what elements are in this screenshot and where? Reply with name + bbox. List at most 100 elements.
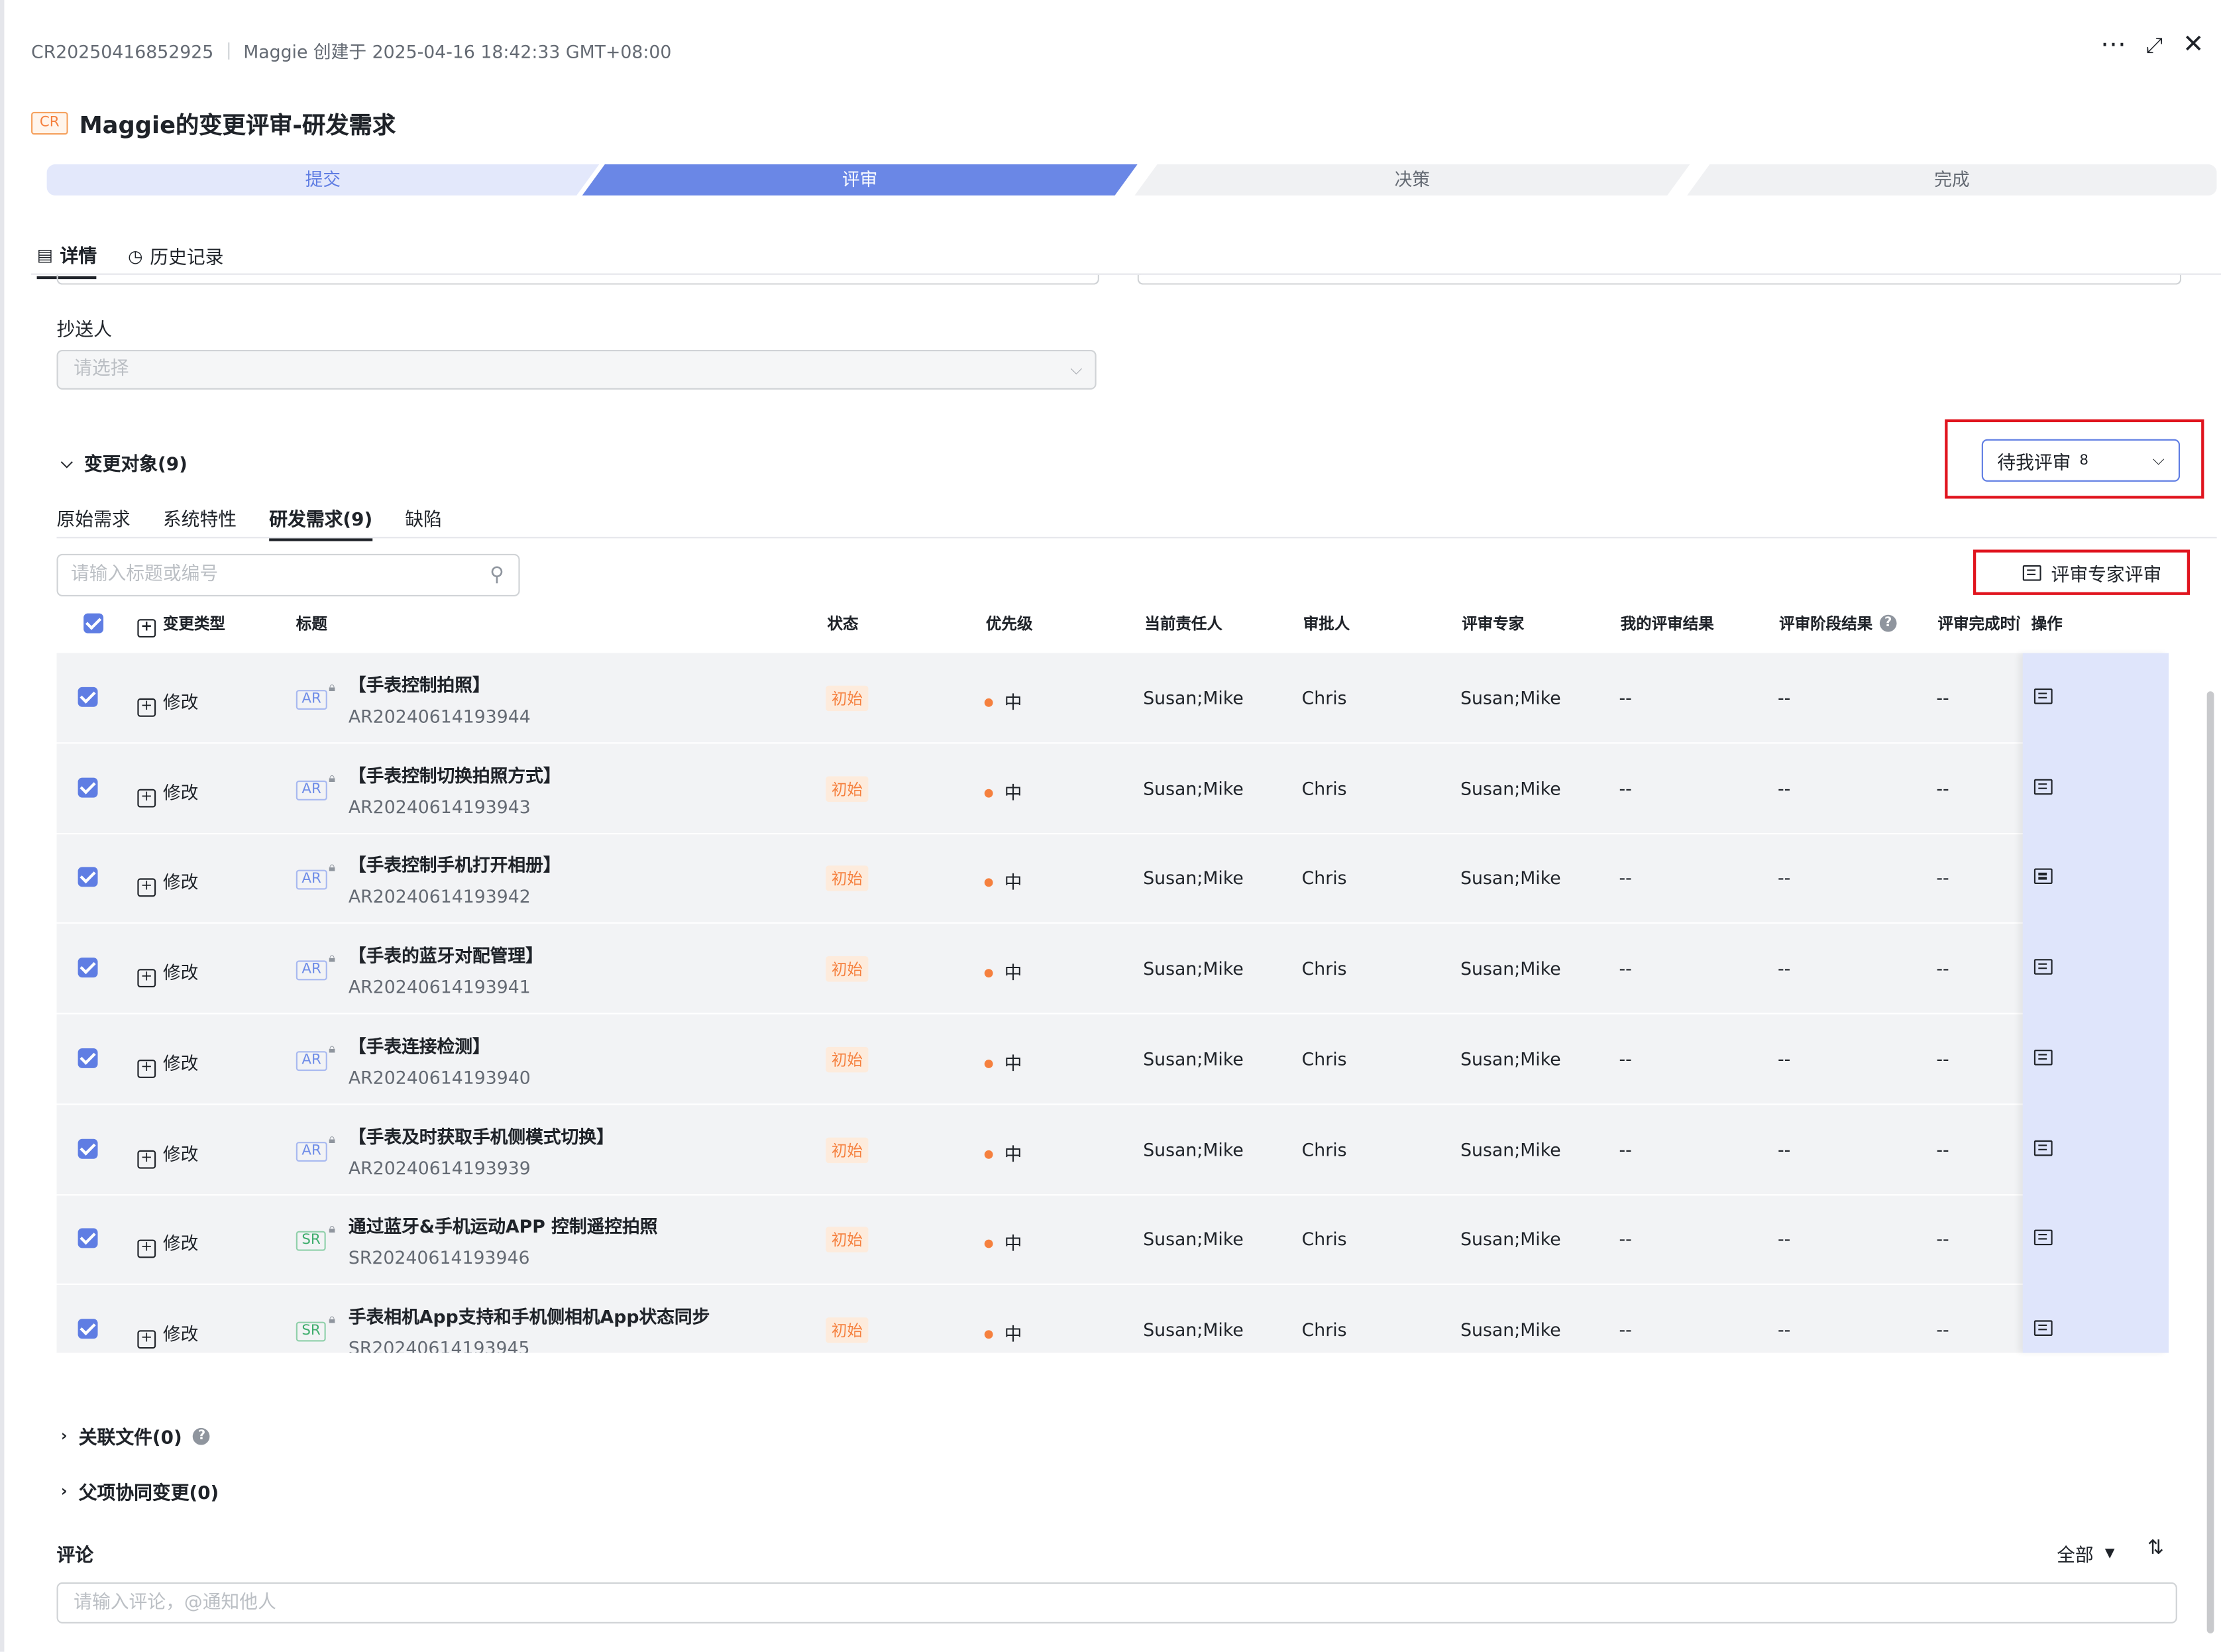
comment-icon[interactable] <box>2033 1230 2053 1246</box>
lock-icon: 🔒︎ <box>328 1042 336 1057</box>
header-actions: ⋯ ⤢ ✕ <box>2100 30 2204 60</box>
search-placeholder: 请输入标题或编号 <box>70 563 219 585</box>
comment-icon[interactable] <box>2033 959 2053 975</box>
comment-input[interactable]: 请输入评论，@通知他人 <box>56 1582 2177 1624</box>
expand-icon[interactable]: ⤢ <box>2146 31 2163 60</box>
table-row[interactable]: + 修改 SR 🔒︎ 手表相机App支持和手机侧相机App状态同步 SR202406141… <box>57 1285 2169 1353</box>
column-header-experts: 评审专家 <box>1462 614 1525 633</box>
tab-original-requirements[interactable]: 原始需求 <box>57 504 131 541</box>
plus-square-icon[interactable]: + <box>137 969 156 988</box>
item-title[interactable]: 【手表控制拍照】 <box>349 670 490 697</box>
priority-dot <box>984 698 993 707</box>
cc-select[interactable]: 请选择 ⌵ <box>56 350 1097 390</box>
help-icon[interactable]: ? <box>193 1427 211 1445</box>
row-checkbox[interactable] <box>78 958 98 981</box>
comment-icon[interactable] <box>2033 1320 2053 1336</box>
priority-dot <box>984 1149 993 1158</box>
table-row[interactable]: + 修改 SR 🔒︎ 通过蓝牙&手机运动APP 控制遥控拍照 SR202406141939… <box>56 1195 2169 1286</box>
search-input[interactable]: 请输入标题或编号 ⚲ <box>56 553 520 597</box>
row-checkbox[interactable] <box>78 777 98 801</box>
row-checkbox[interactable] <box>78 1048 98 1072</box>
done-time: -- <box>1936 1138 1949 1160</box>
row-checkbox[interactable] <box>78 1228 98 1252</box>
change-objects-header[interactable]: ⌵ 变更对象(9) <box>61 449 188 476</box>
row-checkbox[interactable] <box>78 867 98 891</box>
related-files-title: 关联文件(0) <box>78 1427 182 1449</box>
item-title[interactable]: 通过蓝牙&手机运动APP 控制遥控拍照 <box>349 1211 658 1239</box>
comment-icon[interactable] <box>2033 1049 2053 1066</box>
table-row[interactable]: + 修改 AR 🔒︎ 【手表控制切换拍照方式】 AR20240614193943 初始 中 Su… <box>56 743 2169 834</box>
more-icon[interactable]: ⋯ <box>2100 30 2126 60</box>
sort-icon[interactable]: ⇅ <box>2147 1537 2164 1560</box>
lock-icon: 🔒︎ <box>328 952 336 967</box>
owner: Susan;Mike <box>1143 687 1244 708</box>
column-header-actions: 操作 <box>2031 614 2063 633</box>
lock-icon: 🔒︎ <box>328 1223 336 1237</box>
column-header-priority: 优先级 <box>985 614 1033 633</box>
item-code: AR20240614193940 <box>348 1066 531 1088</box>
change-type-label: 修改 <box>162 871 199 893</box>
title-row: CR Maggie的变更评审-研发需求 <box>31 106 396 140</box>
change-type: + 修改 <box>137 958 198 988</box>
item-title[interactable]: 手表相机App支持和手机侧相机App状态同步 <box>349 1301 710 1329</box>
item-title[interactable]: 【手表控制手机打开相册】 <box>349 851 561 878</box>
item-code: SR20240614193946 <box>348 1246 530 1268</box>
select-all-checkbox[interactable] <box>83 612 104 639</box>
table-row[interactable]: + 修改 AR 🔒︎ 【手表的蓝牙对配管理】 AR20240614193941 初始 中 Sus… <box>56 924 2169 1015</box>
actions-column <box>2023 653 2169 1353</box>
done-time: -- <box>1936 1319 1949 1341</box>
item-title[interactable]: 【手表连接检测】 <box>349 1031 490 1058</box>
lock-icon: 🔒︎ <box>328 771 336 786</box>
row-checkbox[interactable] <box>78 1138 98 1162</box>
done-time: -- <box>1936 958 1949 979</box>
item-title[interactable]: 【手表控制切换拍照方式】 <box>349 760 561 787</box>
experts: Susan;Mike <box>1460 777 1561 799</box>
priority-label: 中 <box>1004 962 1022 983</box>
tab-dev-requirements[interactable]: 研发需求(9) <box>269 504 373 541</box>
status-badge: 初始 <box>826 1317 869 1343</box>
comment-icon[interactable] <box>2033 688 2053 704</box>
table-row[interactable]: + 修改 AR 🔒︎ 【手表及时获取手机侧模式切换】 AR20240614193939 初始… <box>56 1104 2169 1195</box>
my-result: -- <box>1619 777 1632 799</box>
close-icon[interactable]: ✕ <box>2183 30 2204 60</box>
divider <box>227 42 229 60</box>
table-row[interactable]: + 修改 AR 🔒︎ 【手表控制拍照】 AR20240614193944 初始 中 Susan;… <box>56 653 2169 744</box>
column-header-stage-result: 评审阶段结果? <box>1779 612 1897 635</box>
table-row[interactable]: + 修改 AR 🔒︎ 【手表连接检测】 AR20240614193940 初始 中 Susan;… <box>56 1014 2169 1105</box>
chevron-down-icon: ⌵ <box>60 453 73 471</box>
my-result: -- <box>1619 1319 1632 1341</box>
tab-defects[interactable]: 缺陷 <box>405 504 442 541</box>
comment-icon[interactable] <box>2033 869 2053 885</box>
plus-square-icon[interactable]: + <box>137 1330 156 1349</box>
checkbox-icon <box>78 1228 98 1248</box>
pending-review-select[interactable]: 待我评审 8 ⌵ <box>1981 439 2181 482</box>
owner: Susan;Mike <box>1143 958 1244 979</box>
comment-icon[interactable] <box>2033 1139 2053 1156</box>
item-code: SR20240614193945 <box>348 1337 530 1353</box>
item-code: AR20240614193944 <box>348 705 531 727</box>
row-checkbox[interactable] <box>78 687 98 711</box>
plus-square-icon[interactable]: + <box>137 789 156 807</box>
related-files-header[interactable]: › 关联文件(0) ? <box>61 1422 211 1449</box>
change-type: + 修改 <box>137 777 198 807</box>
comment-icon[interactable] <box>2033 779 2053 795</box>
item-title[interactable]: 【手表及时获取手机侧模式切换】 <box>349 1121 614 1148</box>
row-checkbox[interactable] <box>78 1319 98 1343</box>
expert-review-button[interactable]: 评审专家评审 <box>2022 559 2161 586</box>
column-header-status: 状态 <box>827 614 859 633</box>
help-icon[interactable]: ? <box>1879 614 1897 632</box>
plus-square-icon[interactable]: + <box>137 879 156 898</box>
table-row[interactable]: + 修改 AR 🔒︎ 【手表控制手机打开相册】 AR20240614193942 初始 中 Su… <box>56 834 2169 924</box>
plus-square-icon[interactable]: + <box>137 1149 156 1168</box>
tab-system-features[interactable]: 系统特性 <box>163 504 237 541</box>
comment-filter[interactable]: 全部 ▼ <box>2057 1540 2115 1567</box>
plus-square-icon[interactable]: + <box>137 698 156 717</box>
window-left-edge <box>0 0 5 1652</box>
item-title[interactable]: 【手表的蓝牙对配管理】 <box>349 941 543 968</box>
step-decision: 决策 <box>1134 164 1690 195</box>
parent-changes-header[interactable]: › 父项协同变更(0) <box>61 1478 219 1504</box>
plus-square-icon: + <box>137 619 156 638</box>
plus-square-icon[interactable]: + <box>137 1059 156 1078</box>
scrollbar[interactable] <box>2206 691 2214 1633</box>
plus-square-icon[interactable]: + <box>137 1239 156 1258</box>
